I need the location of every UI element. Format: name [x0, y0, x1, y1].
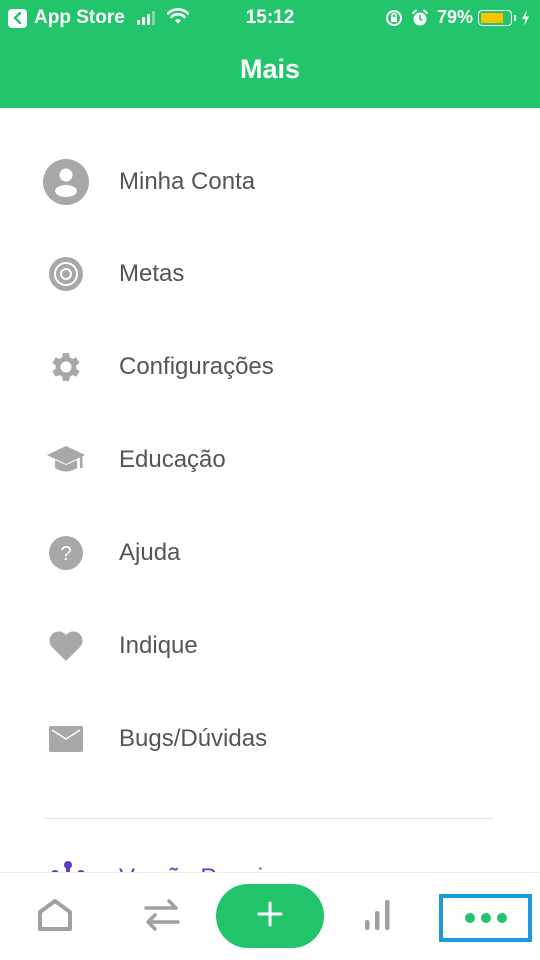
charging-bolt-icon: [521, 9, 530, 26]
svg-text:?: ?: [60, 543, 71, 565]
menu-item-ajuda[interactable]: ? Ajuda: [0, 513, 540, 593]
target-icon: [42, 250, 90, 298]
account-icon: [42, 158, 90, 206]
battery-percent: 79%: [436, 7, 473, 27]
menu-item-label: Educação: [119, 446, 226, 473]
menu-item-label: Ajuda: [119, 539, 181, 566]
menu-item-educacao[interactable]: Educação: [0, 420, 540, 500]
menu-item-label: Minha Conta: [119, 168, 256, 195]
plus-icon: [257, 901, 283, 932]
menu-item-configuracoes[interactable]: Configurações: [0, 327, 540, 407]
header: App Store 15:12 79% Mais: [0, 0, 540, 108]
graduation-cap-icon: [42, 436, 90, 484]
page-title: Mais: [239, 54, 301, 84]
rotation-lock-icon: [385, 9, 403, 27]
gear-icon: [42, 343, 90, 391]
menu-item-metas[interactable]: Metas: [0, 234, 540, 314]
tab-reports[interactable]: [343, 873, 413, 960]
tab-transactions[interactable]: [127, 873, 197, 960]
tab-bar: [0, 872, 540, 960]
heart-icon: [42, 622, 90, 670]
menu-item-label: Metas: [119, 260, 185, 287]
home-icon: [37, 898, 73, 937]
tab-home[interactable]: [20, 873, 90, 960]
alarm-icon: [411, 9, 429, 27]
battery-fill: [481, 12, 504, 23]
menu-item-indique[interactable]: Indique: [0, 606, 540, 686]
battery-icon: [478, 9, 516, 26]
divider: [44, 818, 494, 819]
more-dots-icon: [462, 913, 510, 923]
status-bar: App Store 15:12 79%: [0, 0, 540, 36]
menu-item-label: Bugs/Dúvidas: [119, 725, 268, 752]
menu-item-label: Indique: [119, 632, 198, 659]
transfer-arrows-icon: [144, 898, 180, 936]
menu-item-bugs-duvidas[interactable]: Bugs/Dúvidas: [0, 699, 540, 779]
help-icon: ?: [42, 529, 90, 577]
bar-chart-icon: [363, 898, 393, 937]
mail-icon: [42, 715, 90, 763]
tab-more[interactable]: [439, 894, 532, 942]
menu-item-minha-conta[interactable]: Minha Conta: [0, 142, 540, 222]
add-button[interactable]: [216, 884, 324, 948]
menu-item-label: Configurações: [119, 353, 274, 380]
